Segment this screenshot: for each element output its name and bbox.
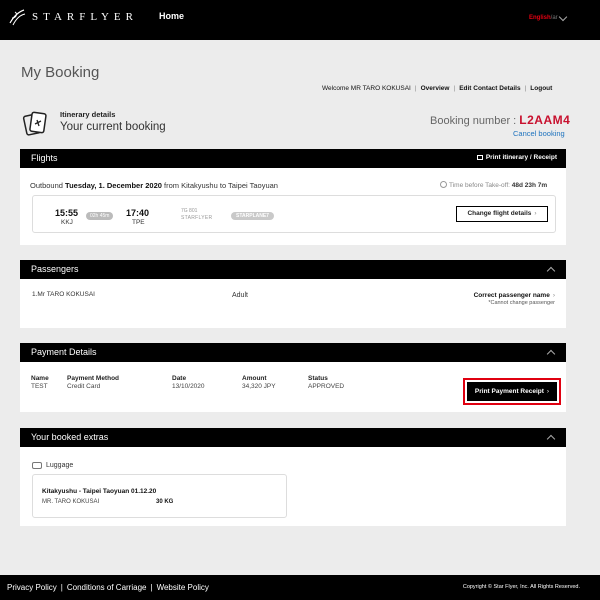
payment-amount-value: 34,320 JPY: [242, 383, 276, 390]
correct-passenger-label: Correct passenger name: [473, 292, 550, 299]
booking-number-label: Booking number :: [430, 115, 517, 127]
language-selector[interactable]: English/ar: [529, 15, 558, 21]
chevron-right-icon: ›: [546, 388, 550, 395]
booking-code: L2AAM4: [519, 113, 571, 127]
nav-separator: |: [453, 85, 456, 92]
starflyer-logo-icon[interactable]: [6, 6, 28, 28]
luggage-icon: [32, 462, 42, 469]
print-itinerary-label: Print itinerary / Receipt: [485, 154, 557, 161]
cancel-booking-link[interactable]: Cancel booking: [513, 129, 565, 138]
nav-home-link[interactable]: Home: [159, 11, 184, 21]
payment-header-amount: Amount: [242, 375, 267, 382]
arrival-time: 17:40: [126, 208, 150, 218]
passengers-panel-header[interactable]: Passengers: [20, 260, 566, 279]
chevron-up-icon[interactable]: [546, 349, 556, 359]
printer-icon: [476, 155, 483, 160]
itinerary-subtitle: Your current booking: [60, 121, 166, 133]
flights-panel: Flights Print itinerary / Receipt Outbou…: [20, 149, 566, 245]
booking-number: Booking number : L2AAM4: [430, 113, 570, 127]
print-payment-receipt-button[interactable]: Print Payment Receipt ›: [467, 382, 557, 401]
footer-links: Privacy Policy | Conditions of Carriage | We…: [7, 583, 209, 592]
carrier-name: STARFLYER: [181, 215, 213, 221]
footer-separator: |: [60, 583, 63, 592]
passengers-panel: Passengers 1.Mr TARO KOKUSAI Adult Corre…: [20, 260, 566, 328]
chevron-down-icon[interactable]: [558, 12, 568, 22]
luggage-route: Kitakyushu - Taipei Taoyuan 01.12.20: [42, 488, 157, 495]
time-before-value: 48d 23h 7m: [511, 182, 548, 189]
payment-method-value: Credit Card: [67, 383, 101, 390]
flights-panel-header: Flights Print itinerary / Receipt: [20, 149, 566, 168]
payment-status-value: APPROVED: [308, 383, 345, 390]
change-flight-label: Change flight details: [467, 210, 532, 217]
payment-panel-header[interactable]: Payment Details: [20, 343, 566, 362]
aircraft-badge: STARPLANE7: [231, 212, 274, 220]
passenger-type: Adult: [232, 292, 248, 299]
clock-icon: [440, 181, 447, 188]
user-nav: Welcome MR TARO KOKUSAI | Overview | Edit Co…: [322, 85, 552, 92]
passengers-title: Passengers: [31, 264, 79, 274]
ticket-plane-icon: [22, 111, 47, 136]
edit-contact-link[interactable]: Edit Contact Details: [459, 85, 520, 92]
print-payment-label: Print Payment Receipt: [474, 388, 544, 395]
nav-separator: |: [524, 85, 527, 92]
extras-title: Your booked extras: [31, 432, 109, 442]
chevron-right-icon: ›: [534, 210, 537, 217]
time-before-takeoff: Time before Take-off: 48d 23h 7m: [440, 181, 547, 189]
departure-time: 15:55: [55, 208, 79, 218]
itinerary-label: Itinerary details: [60, 110, 116, 119]
payment-name-value: TEST: [31, 383, 48, 390]
language-alt: /ar: [550, 15, 558, 21]
luggage-passenger: MR. TARO KOKUSAI: [42, 499, 100, 505]
top-nav-bar: STARFLYER Home English/ar: [0, 0, 600, 40]
page-title: My Booking: [21, 64, 100, 81]
passenger-name: 1.Mr TARO KOKUSAI: [32, 291, 95, 298]
copyright-text: Copyright © Star Flyer, Inc. All Rights …: [462, 584, 580, 590]
payment-header-name: Name: [31, 375, 49, 382]
nav-separator: |: [414, 85, 417, 92]
luggage-label: Luggage: [46, 462, 74, 469]
outbound-date: Tuesday, 1. December 2020: [65, 181, 162, 190]
payment-header-date: Date: [172, 375, 187, 382]
payment-panel: Payment Details Name Payment Method Date…: [20, 343, 566, 412]
passenger-note: *Cannot change passenger: [488, 300, 555, 306]
welcome-text: Welcome MR TARO KOKUSAI: [322, 85, 411, 92]
payment-title: Payment Details: [31, 347, 97, 357]
payment-header-status: Status: [308, 375, 328, 382]
overview-link[interactable]: Overview: [421, 85, 450, 92]
website-policy-link[interactable]: Website Policy: [157, 583, 209, 592]
privacy-policy-link[interactable]: Privacy Policy: [7, 583, 57, 592]
correct-passenger-link[interactable]: Correct passenger name ›: [474, 292, 555, 299]
outbound-route: from Kitakyushu to Taipei Taoyuan: [164, 181, 278, 190]
footer: Privacy Policy | Conditions of Carriage | We…: [0, 575, 600, 600]
duration-badge: 02h 45m: [86, 212, 114, 220]
arrival-code: TPE: [132, 219, 145, 226]
chevron-up-icon[interactable]: [546, 434, 556, 444]
luggage-card: Kitakyushu - Taipei Taoyuan 01.12.20 MR.…: [32, 474, 287, 518]
payment-header-method: Payment Method: [67, 375, 120, 382]
extras-panel: Your booked extras Luggage Kitakyushu - …: [20, 428, 566, 526]
flights-title: Flights: [31, 153, 58, 163]
flight-number: 7G 801: [181, 208, 198, 214]
language-current: English: [529, 15, 551, 21]
print-itinerary-link[interactable]: Print itinerary / Receipt: [476, 154, 557, 161]
outbound-prefix: Outbound: [30, 181, 63, 190]
logout-link[interactable]: Logout: [530, 85, 552, 92]
luggage-weight: 30 KG: [156, 499, 174, 505]
outbound-summary: Outbound Tuesday, 1. December 2020 from …: [30, 181, 278, 190]
departure-code: KKJ: [61, 219, 73, 226]
payment-date-value: 13/10/2020: [172, 383, 205, 390]
chevron-up-icon[interactable]: [546, 266, 556, 276]
extras-panel-header[interactable]: Your booked extras: [20, 428, 566, 447]
conditions-link[interactable]: Conditions of Carriage: [67, 583, 147, 592]
chevron-right-icon: ›: [552, 292, 555, 299]
time-before-label: Time before Take-off:: [449, 182, 510, 189]
flight-card: 15:55 KKJ 02h 45m 17:40 TPE 7G 801 STARF…: [32, 195, 556, 233]
change-flight-button[interactable]: Change flight details ›: [456, 206, 548, 222]
logo-text[interactable]: STARFLYER: [32, 11, 138, 23]
footer-separator: |: [150, 583, 153, 592]
